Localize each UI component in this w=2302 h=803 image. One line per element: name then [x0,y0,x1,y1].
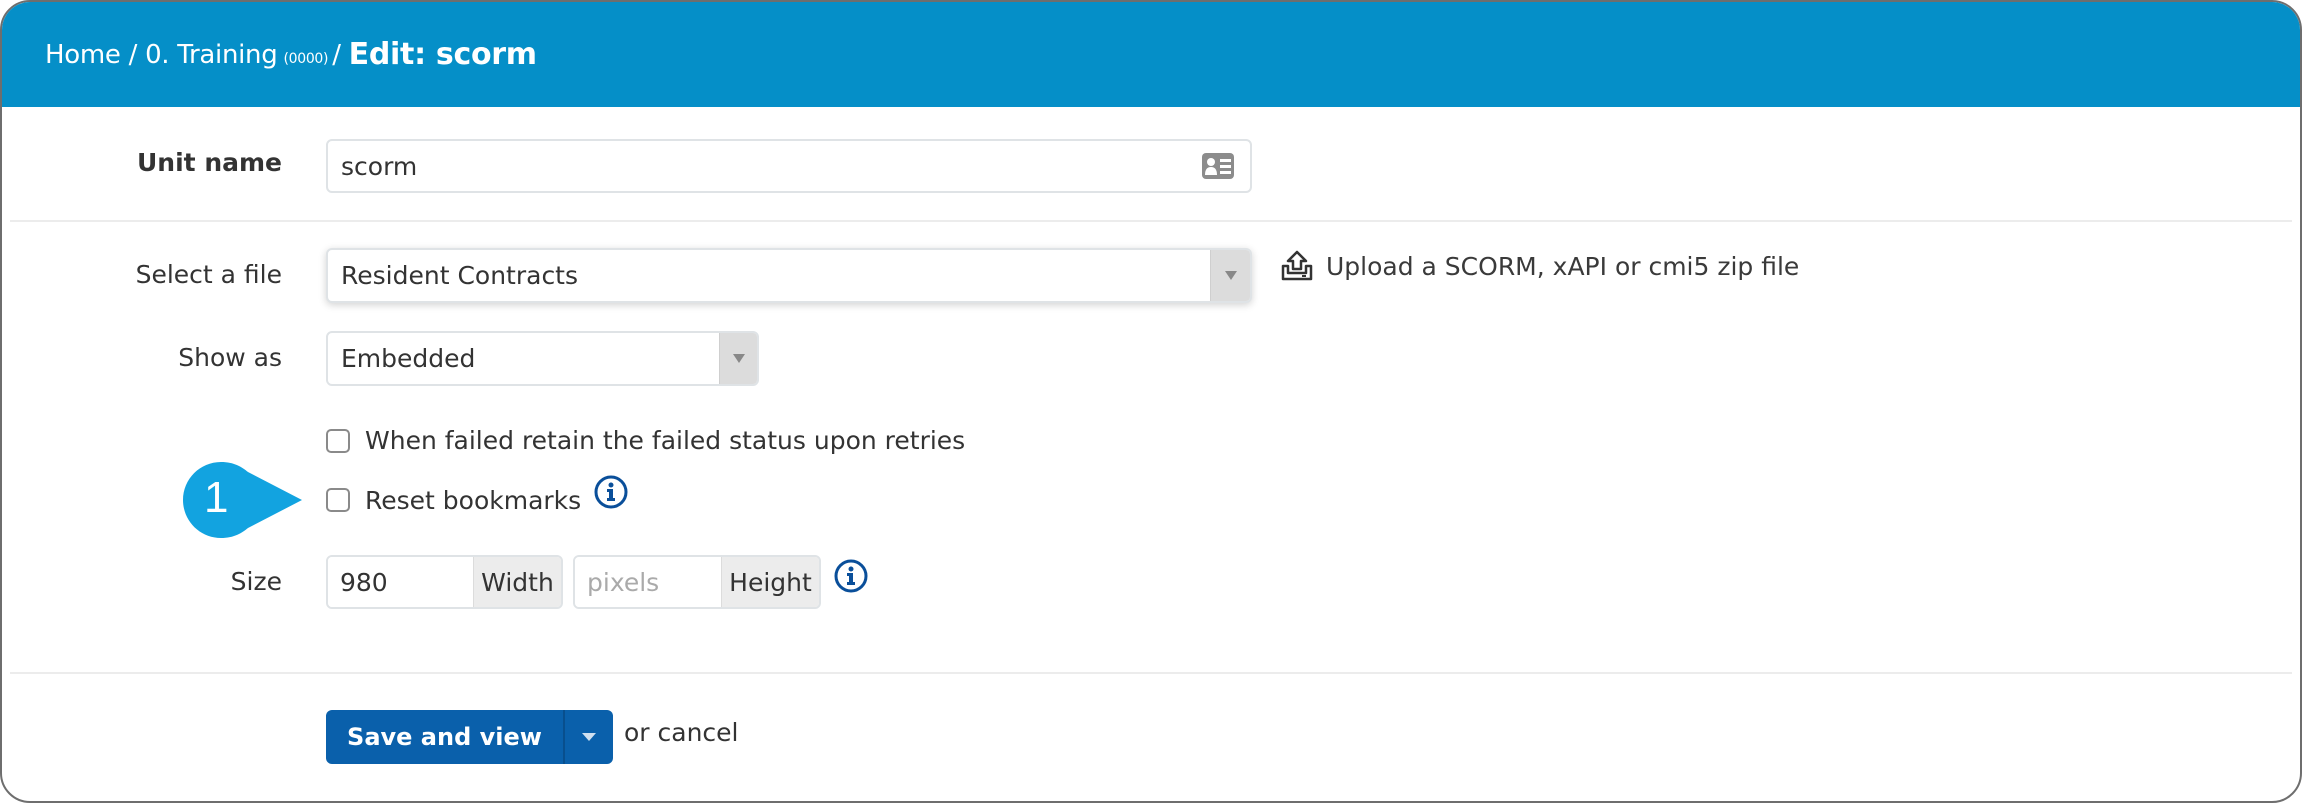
breadcrumb-training-code: (0000) [283,50,329,67]
step-callout-number: 1 [204,473,229,522]
cancel-link[interactable]: or cancel [624,718,739,747]
chevron-down-icon [1210,250,1250,301]
upload-link[interactable]: Upload a SCORM, xAPI or cmi5 zip file [1280,250,1799,282]
retain-failed-status-option[interactable]: When failed retain the failed status upo… [326,426,965,455]
width-addon: Width [473,557,561,607]
height-input-group: pixels Height [573,555,821,609]
breadcrumb-separator: / [332,39,341,70]
show-as-value: Embedded [341,344,476,373]
step-callout-marker: 1 [182,461,307,543]
info-icon[interactable] [833,558,869,594]
address-card-icon [1202,153,1234,185]
select-file-dropdown[interactable]: Resident Contracts [326,248,1252,303]
select-file-label: Select a file [135,260,282,289]
width-input[interactable]: 980 [328,557,473,607]
reset-bookmarks-checkbox[interactable] [326,488,350,512]
show-as-label: Show as [178,343,282,372]
section-divider [10,220,2292,222]
height-input[interactable]: pixels [575,557,721,607]
unit-name-input[interactable]: scorm [326,139,1252,193]
save-button-group: Save and view [326,710,613,764]
upload-icon [1281,250,1313,281]
select-file-value: Resident Contracts [341,261,579,290]
retain-failed-status-checkbox[interactable] [326,428,350,453]
chevron-down-icon [582,733,596,741]
unit-name-label: Unit name [137,148,282,177]
retain-failed-status-label: When failed retain the failed status upo… [365,426,966,455]
size-label: Size [230,567,282,596]
chevron-down-icon [719,333,757,384]
show-as-dropdown[interactable]: Embedded [326,331,759,386]
page-header: Home / 0. Training (0000) / Edit: scorm [2,2,2300,107]
info-icon[interactable] [593,474,629,510]
unit-name-value: scorm [341,151,418,181]
breadcrumb-home[interactable]: Home [45,40,121,70]
section-divider [10,672,2292,674]
reset-bookmarks-option[interactable]: Reset bookmarks [326,475,629,518]
save-and-view-button[interactable]: Save and view [326,710,563,764]
width-input-group: 980 Width [326,555,563,609]
height-addon: Height [721,557,819,607]
breadcrumb-training[interactable]: 0. Training [145,40,278,70]
upload-link-text: Upload a SCORM, xAPI or cmi5 zip file [1326,251,1800,281]
save-options-dropdown-button[interactable] [563,710,613,764]
page-title: Edit: scorm [348,37,537,72]
edit-unit-panel: Home / 0. Training (0000) / Edit: scorm … [0,0,2302,803]
breadcrumb-separator: / [128,39,138,70]
reset-bookmarks-label: Reset bookmarks [365,485,582,515]
